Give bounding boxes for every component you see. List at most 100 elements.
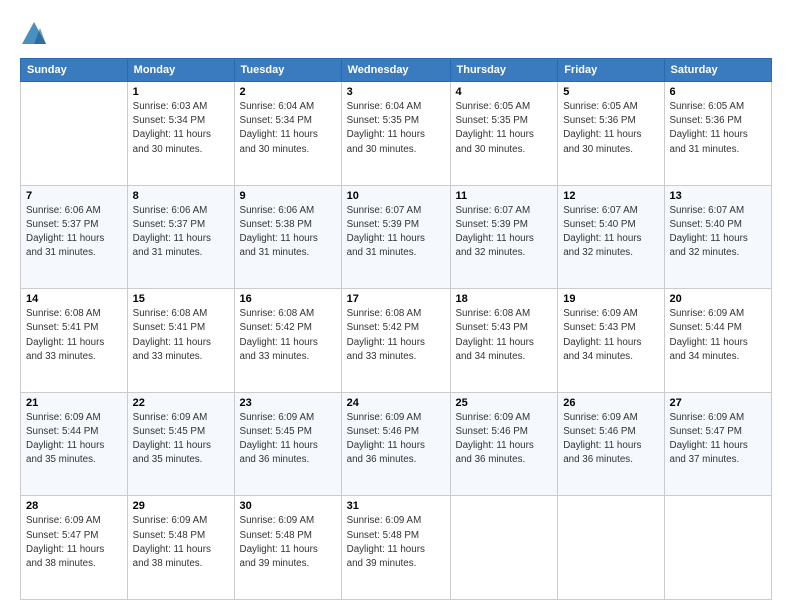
day-number: 5 xyxy=(563,86,658,98)
calendar-cell: 26 Sunrise: 6:09 AMSunset: 5:46 PMDayligh… xyxy=(558,392,664,496)
day-info: Sunrise: 6:09 AMSunset: 5:47 PMDaylight:… xyxy=(26,514,122,571)
day-number: 31 xyxy=(347,500,445,512)
day-number: 22 xyxy=(133,397,229,409)
day-number: 17 xyxy=(347,293,445,305)
calendar-week-row: 7 Sunrise: 6:06 AMSunset: 5:37 PMDaylight… xyxy=(21,185,772,289)
day-info: Sunrise: 6:09 AMSunset: 5:48 PMDaylight:… xyxy=(347,514,445,571)
calendar-cell: 6 Sunrise: 6:05 AMSunset: 5:36 PMDaylight… xyxy=(664,82,772,186)
day-number: 8 xyxy=(133,190,229,202)
day-info: Sunrise: 6:09 AMSunset: 5:44 PMDaylight:… xyxy=(670,307,767,364)
calendar-cell: 17 Sunrise: 6:08 AMSunset: 5:42 PMDayligh… xyxy=(341,289,450,393)
day-number: 4 xyxy=(456,86,553,98)
day-info: Sunrise: 6:05 AMSunset: 5:35 PMDaylight:… xyxy=(456,100,553,157)
day-number: 3 xyxy=(347,86,445,98)
day-number: 25 xyxy=(456,397,553,409)
calendar-week-row: 28 Sunrise: 6:09 AMSunset: 5:47 PMDayligh… xyxy=(21,496,772,600)
day-info: Sunrise: 6:09 AMSunset: 5:47 PMDaylight:… xyxy=(670,411,767,468)
calendar-cell: 24 Sunrise: 6:09 AMSunset: 5:46 PMDayligh… xyxy=(341,392,450,496)
day-info: Sunrise: 6:07 AMSunset: 5:40 PMDaylight:… xyxy=(563,204,658,261)
day-number: 2 xyxy=(240,86,336,98)
calendar-cell: 7 Sunrise: 6:06 AMSunset: 5:37 PMDaylight… xyxy=(21,185,128,289)
day-info: Sunrise: 6:09 AMSunset: 5:48 PMDaylight:… xyxy=(240,514,336,571)
day-info: Sunrise: 6:05 AMSunset: 5:36 PMDaylight:… xyxy=(563,100,658,157)
day-info: Sunrise: 6:04 AMSunset: 5:34 PMDaylight:… xyxy=(240,100,336,157)
day-info: Sunrise: 6:09 AMSunset: 5:43 PMDaylight:… xyxy=(563,307,658,364)
day-number: 19 xyxy=(563,293,658,305)
logo xyxy=(20,20,52,48)
day-info: Sunrise: 6:07 AMSunset: 5:39 PMDaylight:… xyxy=(456,204,553,261)
calendar-cell: 18 Sunrise: 6:08 AMSunset: 5:43 PMDayligh… xyxy=(450,289,558,393)
calendar-cell xyxy=(450,496,558,600)
weekday-header-sunday: Sunday xyxy=(21,59,128,82)
day-info: Sunrise: 6:08 AMSunset: 5:41 PMDaylight:… xyxy=(133,307,229,364)
day-info: Sunrise: 6:05 AMSunset: 5:36 PMDaylight:… xyxy=(670,100,767,157)
calendar-cell: 10 Sunrise: 6:07 AMSunset: 5:39 PMDayligh… xyxy=(341,185,450,289)
day-info: Sunrise: 6:07 AMSunset: 5:39 PMDaylight:… xyxy=(347,204,445,261)
calendar-cell: 27 Sunrise: 6:09 AMSunset: 5:47 PMDayligh… xyxy=(664,392,772,496)
day-info: Sunrise: 6:08 AMSunset: 5:42 PMDaylight:… xyxy=(347,307,445,364)
day-info: Sunrise: 6:04 AMSunset: 5:35 PMDaylight:… xyxy=(347,100,445,157)
day-number: 23 xyxy=(240,397,336,409)
calendar-cell: 29 Sunrise: 6:09 AMSunset: 5:48 PMDayligh… xyxy=(127,496,234,600)
weekday-header-monday: Monday xyxy=(127,59,234,82)
day-number: 10 xyxy=(347,190,445,202)
day-info: Sunrise: 6:06 AMSunset: 5:38 PMDaylight:… xyxy=(240,204,336,261)
calendar-cell: 23Sunrise: 6:09 AMSunset: 5:45 PMDayligh… xyxy=(234,392,341,496)
logo-icon xyxy=(20,20,48,48)
calendar-table: SundayMondayTuesdayWednesdayThursdayFrid… xyxy=(20,58,772,600)
calendar-cell: 5 Sunrise: 6:05 AMSunset: 5:36 PMDaylight… xyxy=(558,82,664,186)
calendar-week-row: 21 Sunrise: 6:09 AMSunset: 5:44 PMDayligh… xyxy=(21,392,772,496)
day-number: 15 xyxy=(133,293,229,305)
day-number: 28 xyxy=(26,500,122,512)
calendar-cell: 28 Sunrise: 6:09 AMSunset: 5:47 PMDayligh… xyxy=(21,496,128,600)
day-number: 20 xyxy=(670,293,767,305)
day-number: 1 xyxy=(133,86,229,98)
day-number: 18 xyxy=(456,293,553,305)
day-number: 11 xyxy=(456,190,553,202)
calendar-cell: 22 Sunrise: 6:09 AMSunset: 5:45 PMDayligh… xyxy=(127,392,234,496)
calendar-cell: 19 Sunrise: 6:09 AMSunset: 5:43 PMDayligh… xyxy=(558,289,664,393)
calendar-cell xyxy=(664,496,772,600)
day-number: 21 xyxy=(26,397,122,409)
day-info: Sunrise: 6:09 AMSunset: 5:46 PMDaylight:… xyxy=(563,411,658,468)
day-info: Sunrise: 6:09 AMSunset: 5:45 PMDaylight:… xyxy=(133,411,229,468)
calendar-cell xyxy=(21,82,128,186)
day-number: 12 xyxy=(563,190,658,202)
day-info: Sunrise: 6:06 AMSunset: 5:37 PMDaylight:… xyxy=(26,204,122,261)
weekday-header-row: SundayMondayTuesdayWednesdayThursdayFrid… xyxy=(21,59,772,82)
day-info: Sunrise: 6:09 AMSunset: 5:44 PMDaylight:… xyxy=(26,411,122,468)
day-number: 7 xyxy=(26,190,122,202)
day-number: 13 xyxy=(670,190,767,202)
calendar-cell: 8 Sunrise: 6:06 AMSunset: 5:37 PMDaylight… xyxy=(127,185,234,289)
day-number: 27 xyxy=(670,397,767,409)
weekday-header-tuesday: Tuesday xyxy=(234,59,341,82)
calendar-week-row: 14 Sunrise: 6:08 AMSunset: 5:41 PMDayligh… xyxy=(21,289,772,393)
day-number: 26 xyxy=(563,397,658,409)
day-info: Sunrise: 6:09 AMSunset: 5:48 PMDaylight:… xyxy=(133,514,229,571)
calendar-cell: 15 Sunrise: 6:08 AMSunset: 5:41 PMDayligh… xyxy=(127,289,234,393)
weekday-header-saturday: Saturday xyxy=(664,59,772,82)
calendar-cell: 1 Sunrise: 6:03 AMSunset: 5:34 PMDaylight… xyxy=(127,82,234,186)
weekday-header-friday: Friday xyxy=(558,59,664,82)
calendar-cell: 4 Sunrise: 6:05 AMSunset: 5:35 PMDaylight… xyxy=(450,82,558,186)
calendar-cell: 16Sunrise: 6:08 AMSunset: 5:42 PMDayligh… xyxy=(234,289,341,393)
day-info: Sunrise: 6:09 AMSunset: 5:46 PMDaylight:… xyxy=(347,411,445,468)
day-number: 14 xyxy=(26,293,122,305)
day-number: 6 xyxy=(670,86,767,98)
calendar-cell: 21 Sunrise: 6:09 AMSunset: 5:44 PMDayligh… xyxy=(21,392,128,496)
day-info: Sunrise: 6:06 AMSunset: 5:37 PMDaylight:… xyxy=(133,204,229,261)
day-number: 16 xyxy=(240,293,336,305)
day-info: Sunrise: 6:08 AMSunset: 5:43 PMDaylight:… xyxy=(456,307,553,364)
calendar-cell: 25 Sunrise: 6:09 AMSunset: 5:46 PMDayligh… xyxy=(450,392,558,496)
day-number: 24 xyxy=(347,397,445,409)
calendar-cell xyxy=(558,496,664,600)
page: SundayMondayTuesdayWednesdayThursdayFrid… xyxy=(0,0,792,612)
weekday-header-thursday: Thursday xyxy=(450,59,558,82)
calendar-cell: 2 Sunrise: 6:04 AMSunset: 5:34 PMDaylight… xyxy=(234,82,341,186)
day-info: Sunrise: 6:03 AMSunset: 5:34 PMDaylight:… xyxy=(133,100,229,157)
header xyxy=(20,16,772,48)
calendar-cell: 30Sunrise: 6:09 AMSunset: 5:48 PMDayligh… xyxy=(234,496,341,600)
day-info: Sunrise: 6:09 AMSunset: 5:46 PMDaylight:… xyxy=(456,411,553,468)
calendar-cell: 13Sunrise: 6:07 AMSunset: 5:40 PMDayligh… xyxy=(664,185,772,289)
day-number: 29 xyxy=(133,500,229,512)
